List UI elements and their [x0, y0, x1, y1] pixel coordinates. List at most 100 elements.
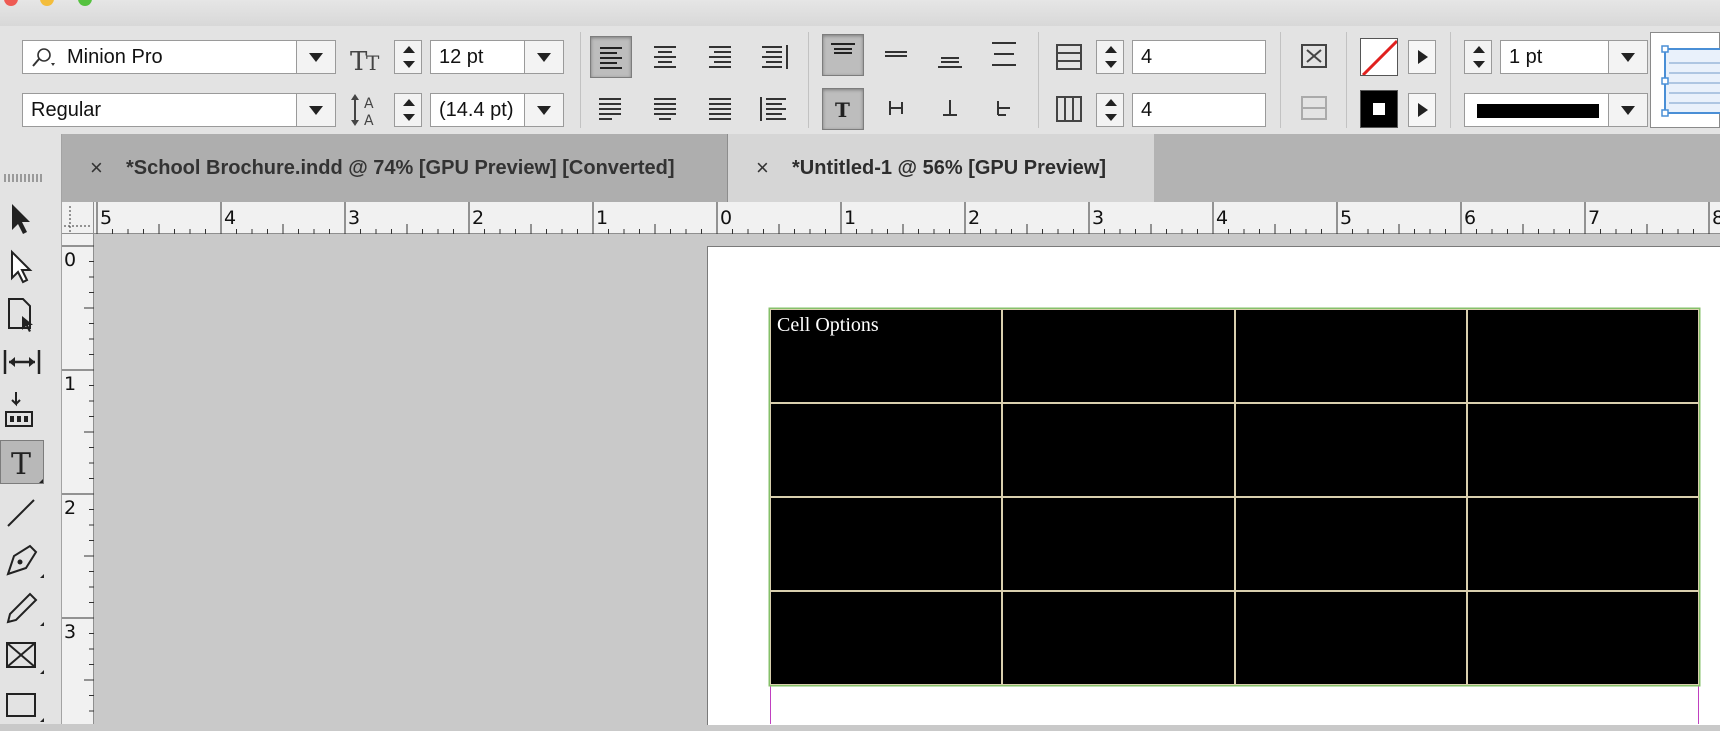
control-panel: Minion Pro Regular T T 12 pt A A (14.4 p… — [0, 26, 1720, 135]
table-cell[interactable] — [1002, 309, 1235, 403]
horizontal-ruler[interactable]: 5 4 3 2 1 0 1 2 3 4 5 6 7 8 — [62, 202, 1720, 234]
rotate-text-270-button[interactable] — [984, 88, 1026, 130]
table-cell[interactable] — [1466, 309, 1699, 403]
stroke-type-dropdown[interactable] — [1608, 94, 1647, 126]
rotate-text-90-button[interactable] — [876, 88, 918, 130]
justify-left-button[interactable] — [590, 88, 632, 130]
gap-tool[interactable] — [0, 340, 44, 384]
minimize-window-icon[interactable] — [40, 0, 54, 6]
align-away-from-spine-button[interactable] — [754, 88, 796, 130]
tab-untitled-1[interactable]: × *Untitled-1 @ 56% [GPU Preview] — [728, 134, 1154, 202]
table-panel-preview[interactable] — [1650, 32, 1720, 128]
align-towards-spine-button[interactable] — [754, 36, 796, 78]
ruler-label: 4 — [224, 207, 236, 229]
font-style-field[interactable]: Regular — [22, 93, 336, 127]
justify-all-button[interactable] — [700, 88, 742, 130]
close-tab-icon[interactable]: × — [756, 134, 769, 202]
align-right-button[interactable] — [700, 36, 742, 78]
direct-selection-tool[interactable] — [0, 244, 44, 288]
table-cell[interactable] — [1234, 497, 1467, 591]
svg-text:A: A — [364, 113, 374, 128]
table[interactable]: Cell Options — [770, 309, 1699, 685]
table-cell[interactable] — [1002, 403, 1235, 497]
table-cell[interactable]: Cell Options — [770, 309, 1003, 403]
rotate-text-180-button[interactable] — [930, 88, 972, 130]
stroke-swatch-menu[interactable] — [1408, 93, 1436, 127]
table-cell[interactable] — [770, 497, 1003, 591]
separator — [808, 32, 809, 128]
ruler-label: 1 — [844, 207, 856, 229]
merge-cells-button[interactable] — [1294, 36, 1336, 78]
leading-icon: A A — [351, 94, 374, 128]
ruler-label: 8 — [1712, 207, 1720, 229]
pencil-tool[interactable] — [0, 586, 44, 630]
font-size-field[interactable]: 12 pt — [430, 40, 564, 74]
font-size-stepper[interactable] — [394, 40, 422, 74]
leading-dropdown[interactable] — [524, 94, 563, 126]
stroke-type-solid-preview — [1477, 104, 1599, 118]
stroke-weight-field[interactable]: 1 pt — [1500, 40, 1648, 74]
columns-stepper[interactable] — [1096, 93, 1124, 127]
tools-panel: T — [0, 134, 62, 724]
pen-tool[interactable] — [0, 538, 44, 582]
table-cell[interactable] — [770, 403, 1003, 497]
font-style-value: Regular — [31, 99, 102, 121]
font-size-dropdown[interactable] — [524, 41, 563, 73]
align-left-button[interactable] — [590, 36, 632, 78]
fill-none-swatch[interactable] — [1360, 38, 1398, 76]
table-cell[interactable] — [1466, 497, 1699, 591]
table-cell[interactable] — [1234, 309, 1467, 403]
content-collector-tool[interactable] — [0, 388, 44, 432]
tab-school-brochure[interactable]: × *School Brochure.indd @ 74% [GPU Previ… — [62, 134, 728, 202]
table-cell[interactable] — [1234, 403, 1467, 497]
align-top-button[interactable] — [822, 34, 864, 76]
font-style-dropdown[interactable] — [296, 94, 335, 126]
ruler-label: 0 — [64, 249, 76, 271]
line-tool[interactable] — [0, 490, 44, 534]
cell-text: Cell Options — [777, 314, 879, 336]
table-cell[interactable] — [770, 591, 1003, 685]
panel-grip[interactable] — [4, 174, 42, 182]
justify-vertically-button[interactable] — [984, 34, 1026, 76]
stroke-weight-dropdown[interactable] — [1608, 41, 1647, 73]
ruler-label: 4 — [1216, 207, 1228, 229]
rows-field[interactable]: 4 — [1132, 40, 1266, 74]
vertical-ruler[interactable]: 0 1 2 3 — [62, 234, 94, 724]
leading-stepper[interactable] — [394, 93, 422, 127]
font-family-field[interactable]: Minion Pro — [22, 40, 336, 74]
stroke-swatch[interactable] — [1360, 90, 1398, 128]
rotate-text-0-button[interactable]: T — [822, 88, 864, 130]
align-center-button[interactable] — [645, 36, 687, 78]
close-window-icon[interactable] — [4, 0, 18, 6]
document-tab-bar: × *School Brochure.indd @ 74% [GPU Previ… — [62, 134, 1720, 202]
close-tab-icon[interactable]: × — [90, 134, 103, 202]
page-tool[interactable] — [0, 292, 44, 336]
columns-field[interactable]: 4 — [1132, 93, 1266, 127]
zoom-window-icon[interactable] — [78, 0, 92, 6]
selection-tool[interactable] — [0, 196, 44, 240]
table-cell[interactable] — [1466, 591, 1699, 685]
ruler-label: 3 — [64, 621, 76, 643]
table-cell[interactable] — [1002, 591, 1235, 685]
number-of-rows-icon — [1056, 44, 1082, 70]
align-center-vertical-button[interactable] — [876, 34, 918, 76]
stroke-weight-stepper[interactable] — [1464, 40, 1492, 74]
rectangle-tool[interactable] — [0, 682, 44, 726]
margin-guide-left — [770, 685, 771, 724]
leading-field[interactable]: (14.4 pt) — [430, 93, 564, 127]
font-family-dropdown[interactable] — [296, 41, 335, 73]
rectangle-frame-tool[interactable] — [0, 634, 44, 678]
ruler-origin-box[interactable] — [62, 202, 94, 234]
stroke-type-field[interactable] — [1464, 93, 1648, 127]
table-cell[interactable] — [1002, 497, 1235, 591]
fill-swatch-menu[interactable] — [1408, 40, 1436, 74]
type-tool[interactable]: T — [0, 440, 44, 484]
align-bottom-button[interactable] — [930, 34, 972, 76]
table-cell[interactable] — [1234, 591, 1467, 685]
number-of-columns-icon — [1056, 96, 1082, 122]
rows-stepper[interactable] — [1096, 40, 1124, 74]
stroke-weight-value: 1 pt — [1509, 46, 1543, 68]
unmerge-cells-button[interactable] — [1294, 88, 1336, 130]
table-cell[interactable] — [1466, 403, 1699, 497]
justify-center-button[interactable] — [645, 88, 687, 130]
